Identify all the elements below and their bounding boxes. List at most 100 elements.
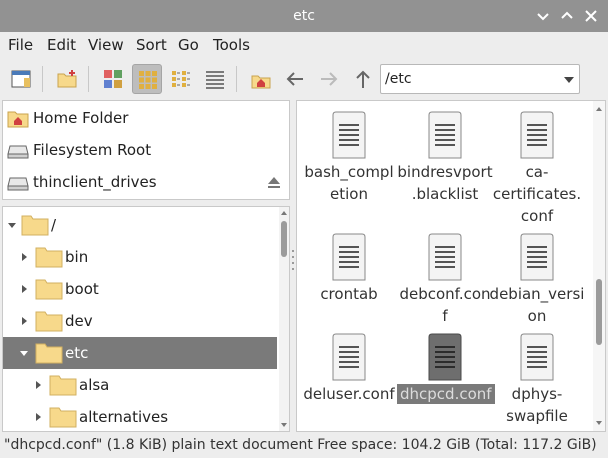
- expander-collapsed-icon[interactable]: [33, 380, 43, 390]
- places-pane: Home Folder Filesystem Root thinclient_d…: [2, 100, 290, 200]
- expander-collapsed-icon[interactable]: [33, 412, 43, 422]
- tree-label: etc: [65, 344, 89, 362]
- folder-icon: [35, 343, 63, 364]
- menu-tools[interactable]: Tools: [213, 36, 250, 54]
- place-filesystem-root[interactable]: Filesystem Root: [3, 134, 289, 166]
- file-view-scrollbar[interactable]: [593, 101, 605, 431]
- tree-scrollbar-thumb[interactable]: [281, 221, 287, 257]
- place-home-folder[interactable]: Home Folder: [3, 102, 289, 134]
- compact-view-icon: [172, 71, 190, 87]
- tree-row-etc[interactable]: etc: [3, 337, 277, 369]
- dropdown-arrow-icon[interactable]: [563, 75, 575, 85]
- arrow-left-icon: [286, 72, 303, 86]
- file-item-dhcpcd-conf[interactable]: dhcpcd.conf: [397, 325, 495, 425]
- file-item-ca-certificates-conf[interactable]: ca-certificates. conf: [489, 103, 585, 225]
- file-item-deluser-conf[interactable]: deluser.conf: [301, 325, 397, 425]
- place-thinclient-drives[interactable]: thinclient_drives: [3, 166, 289, 198]
- file-name: bash_compl etion: [304, 163, 394, 203]
- home-icon: [7, 111, 29, 128]
- file-name: crontab: [320, 285, 378, 303]
- new-window-button[interactable]: [6, 64, 36, 94]
- chevron-up-icon: [561, 11, 573, 19]
- tree-row-boot[interactable]: boot: [3, 273, 277, 305]
- menu-view[interactable]: View: [88, 36, 124, 54]
- icon-view-button[interactable]: [132, 64, 162, 94]
- maximize-button[interactable]: [557, 6, 577, 26]
- title-bar: etc: [0, 0, 608, 32]
- tree-row-alternatives[interactable]: alternatives: [3, 401, 277, 431]
- file-name: dhcpcd.conf: [397, 383, 495, 405]
- tree-row-alsa[interactable]: alsa: [3, 369, 277, 401]
- file-name: bindresvport .blacklist: [397, 163, 493, 203]
- compact-view-button[interactable]: [166, 64, 196, 94]
- tree-row-dev[interactable]: dev: [3, 305, 277, 337]
- tree-scrollbar[interactable]: [279, 207, 289, 431]
- chevron-down-icon: [537, 13, 549, 21]
- icon-view-icon: [139, 71, 157, 89]
- tree-row-root[interactable]: /: [3, 209, 277, 241]
- tree-label: alternatives: [79, 408, 169, 426]
- eject-icon[interactable]: [267, 175, 281, 189]
- drive-icon: [7, 177, 29, 191]
- menu-go[interactable]: Go: [178, 36, 199, 54]
- arrow-right-icon: [321, 72, 338, 86]
- path-input[interactable]: [385, 69, 555, 89]
- scroll-up-icon[interactable]: [595, 105, 603, 113]
- menu-file[interactable]: File: [8, 36, 33, 54]
- new-window-icon: [11, 70, 31, 88]
- file-item-dphys-swapfile[interactable]: dphys-swapfile: [489, 325, 585, 425]
- text-file-icon: [332, 111, 366, 159]
- menu-bar: File Edit View Sort Go Tools: [0, 32, 608, 58]
- expander-expanded-icon[interactable]: [19, 348, 29, 358]
- scroll-down-icon[interactable]: [595, 419, 603, 427]
- scroll-down-icon[interactable]: [280, 421, 288, 429]
- list-view-button[interactable]: [200, 64, 230, 94]
- tree-label: boot: [65, 280, 99, 298]
- forward-button[interactable]: [314, 64, 344, 94]
- scroll-up-icon[interactable]: [280, 209, 288, 217]
- file-item-bindresvport-blacklist[interactable]: bindresvport .blacklist: [397, 103, 493, 223]
- thumbnail-view-button[interactable]: [98, 64, 128, 94]
- text-file-icon: [520, 333, 554, 381]
- status-text: "dhcpcd.conf" (1.8 KiB) plain text docum…: [4, 437, 597, 453]
- splitter-grip: [292, 268, 294, 270]
- folder-icon: [35, 311, 63, 332]
- file-item-crontab[interactable]: crontab: [301, 225, 397, 325]
- tree-label: dev: [65, 312, 93, 330]
- text-file-icon: [332, 233, 366, 281]
- tree-label: bin: [65, 248, 89, 266]
- splitter-grip: [292, 262, 294, 264]
- menu-edit[interactable]: Edit: [47, 36, 76, 54]
- expander-collapsed-icon[interactable]: [19, 252, 29, 262]
- file-item-debian-version[interactable]: debian_versi on: [489, 225, 585, 325]
- back-button[interactable]: [280, 64, 310, 94]
- place-label: thinclient_drives: [33, 173, 157, 191]
- tree-label: alsa: [79, 376, 110, 394]
- directory-tree: / bin boot dev etc alsa alternatives: [2, 206, 290, 432]
- minimize-button[interactable]: [533, 6, 553, 26]
- tree-row-bin[interactable]: bin: [3, 241, 277, 273]
- home-button[interactable]: [246, 64, 276, 94]
- file-name: debian_versi on: [489, 285, 585, 325]
- folder-icon: [49, 375, 77, 396]
- expander-expanded-icon[interactable]: [7, 220, 17, 230]
- expander-collapsed-icon[interactable]: [19, 284, 29, 294]
- file-name: dphys-swapfile: [506, 385, 568, 425]
- close-button[interactable]: [581, 6, 601, 26]
- up-button[interactable]: [348, 64, 378, 94]
- file-item-bash-completion[interactable]: bash_compl etion: [301, 103, 397, 223]
- file-view-scrollbar-thumb[interactable]: [596, 279, 602, 345]
- folder-icon: [49, 407, 77, 428]
- text-file-icon: [428, 233, 462, 281]
- thumbnail-view-icon: [104, 70, 122, 88]
- toolbar-separator: [88, 66, 90, 92]
- new-folder-button[interactable]: [52, 64, 82, 94]
- file-item-debconf-conf[interactable]: debconf.con f: [397, 225, 493, 325]
- path-combobox[interactable]: [380, 64, 580, 94]
- place-label: Filesystem Root: [33, 141, 152, 159]
- file-name: deluser.conf: [303, 385, 395, 403]
- folder-icon: [35, 279, 63, 300]
- menu-sort[interactable]: Sort: [136, 36, 167, 54]
- file-view: bash_compl etion bindresvport .blacklist c…: [296, 100, 606, 432]
- expander-collapsed-icon[interactable]: [19, 316, 29, 326]
